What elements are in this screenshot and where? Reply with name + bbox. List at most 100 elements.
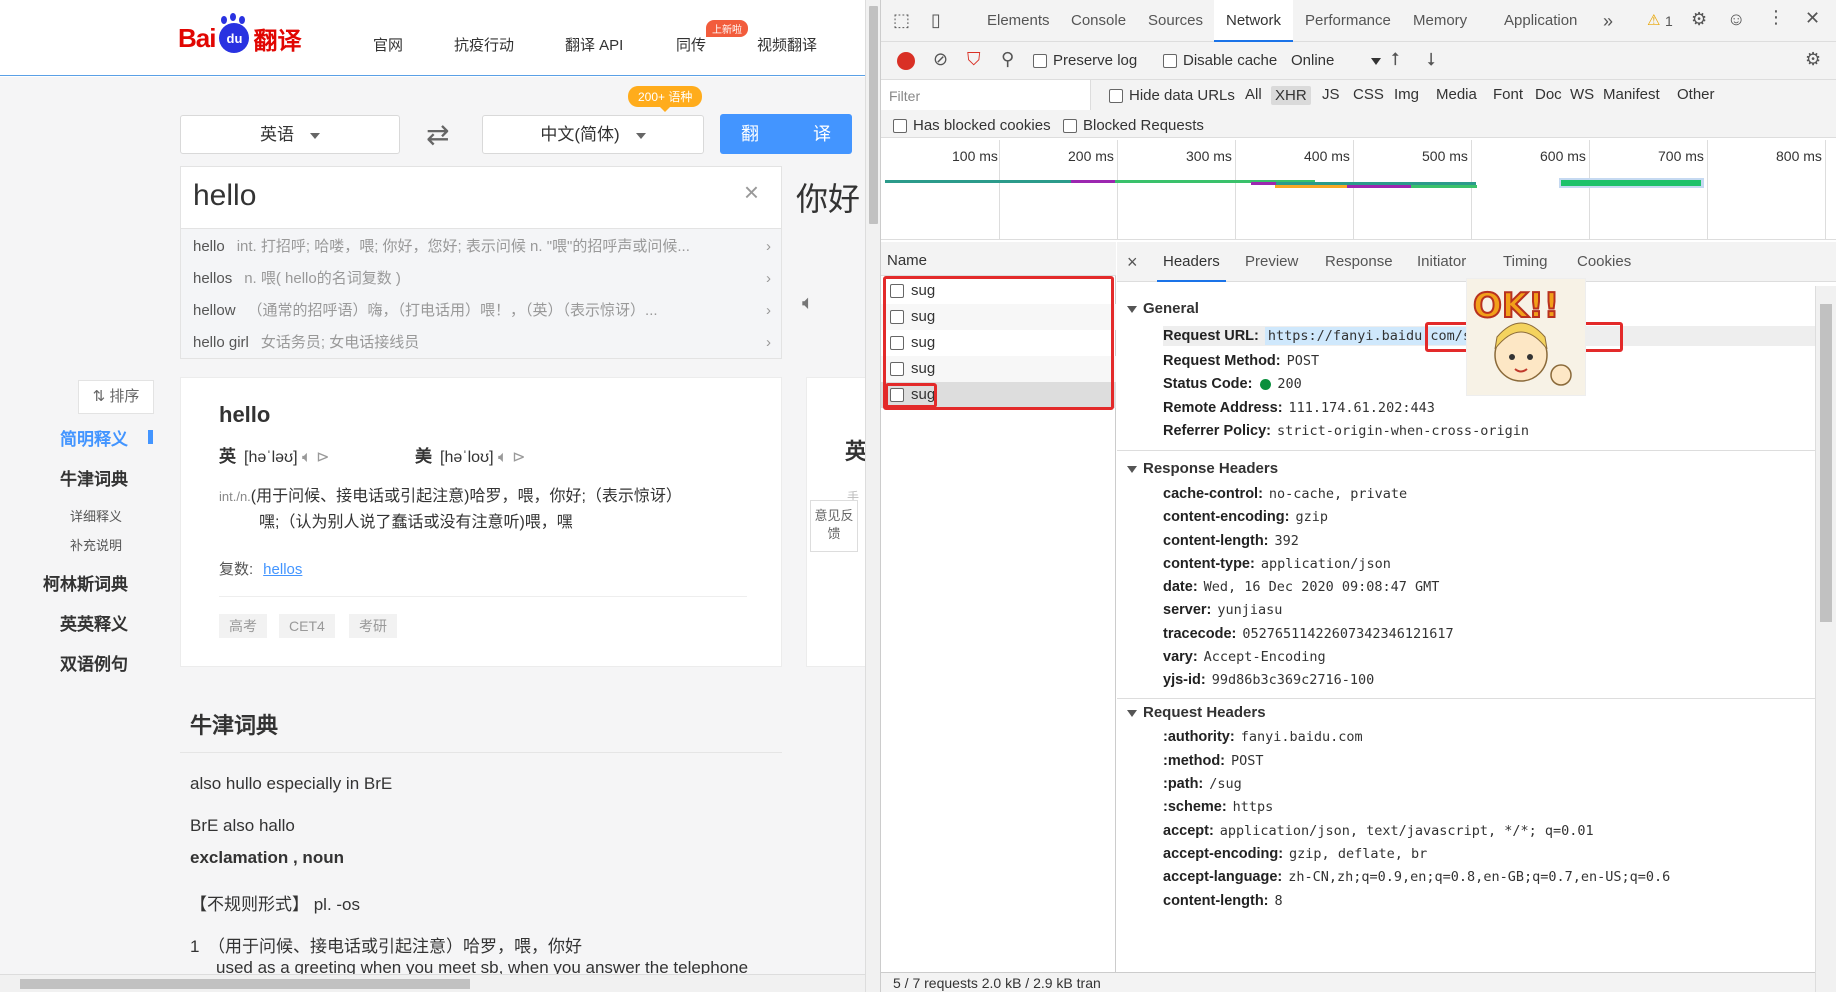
filter-css[interactable]: CSS xyxy=(1353,86,1384,103)
suggestion-item[interactable]: hellow （通常的招呼语）嗨，（打电话用）喂！，（英）（表示惊讶）... › xyxy=(193,295,771,327)
inspect-element-icon[interactable]: ⬚ xyxy=(893,10,910,31)
disable-cache-toggle[interactable]: Disable cache xyxy=(1163,52,1277,69)
sidebar-item-shuangyu[interactable]: 双语例句 xyxy=(60,650,128,675)
speaker-icon[interactable]: 🔈︎ xyxy=(302,449,312,466)
response-headers-section-header[interactable]: Response Headers xyxy=(1127,460,1278,477)
warning-icon[interactable]: ⚠ xyxy=(1647,11,1660,29)
general-section-header[interactable]: General xyxy=(1127,300,1199,317)
has-blocked-cookies-checkbox[interactable] xyxy=(893,119,907,134)
record-icon[interactable] xyxy=(897,52,915,70)
filter-doc[interactable]: Doc xyxy=(1535,86,1562,103)
filter-xhr[interactable]: XHR xyxy=(1271,86,1311,105)
device-toolbar-icon[interactable]: ▯ xyxy=(931,10,941,31)
suggestion-item[interactable]: hellos n. 喂( hello的名词复数 ) › xyxy=(193,263,771,295)
sidebar-item-xiangxi[interactable]: 详细释义 xyxy=(70,506,122,525)
filter-ws[interactable]: WS xyxy=(1570,86,1594,103)
close-icon[interactable]: ✕ xyxy=(1805,8,1820,29)
sidebar-item-collins[interactable]: 柯林斯词典 xyxy=(43,570,128,595)
has-blocked-cookies-toggle[interactable]: Has blocked cookies xyxy=(893,117,1051,134)
sidebar-item-niujin[interactable]: 牛津词典 xyxy=(60,465,128,490)
kebab-menu-icon[interactable]: ⋮ xyxy=(1767,7,1785,28)
swap-languages-icon[interactable]: ⇄ xyxy=(426,118,449,151)
horizontal-scrollbar[interactable] xyxy=(0,974,866,992)
nav-tongchuan[interactable]: 同传 xyxy=(676,34,706,55)
nav-video[interactable]: 视频翻译 xyxy=(757,34,817,55)
filter-other[interactable]: Other xyxy=(1677,86,1715,103)
details-scrollbar[interactable] xyxy=(1815,286,1836,992)
play-icon[interactable]: ⊳ xyxy=(316,449,329,466)
hide-data-urls-toggle[interactable]: Hide data URLs xyxy=(1109,87,1235,104)
filter-media[interactable]: Media xyxy=(1436,86,1477,103)
nav-api[interactable]: 翻译 API xyxy=(565,34,623,55)
network-overview-timeline[interactable]: 100 ms 200 ms 300 ms 400 ms 500 ms 600 m… xyxy=(881,138,1836,240)
filter-js[interactable]: JS xyxy=(1322,86,1340,103)
network-settings-icon[interactable]: ⚙ xyxy=(1805,49,1821,70)
disable-cache-checkbox[interactable] xyxy=(1163,54,1177,69)
gear-icon[interactable]: ⚙ xyxy=(1691,9,1707,30)
sidebar-item-yingying[interactable]: 英英释义 xyxy=(60,610,128,635)
export-har-icon[interactable]: ⭣ xyxy=(1427,49,1435,70)
tab-preview[interactable]: Preview xyxy=(1245,242,1298,282)
speaker-icon[interactable]: 🔈︎ xyxy=(498,449,508,466)
suggestion-item[interactable]: hello girl 女话务员; 女电话接线员 › xyxy=(193,327,771,359)
feedback-button[interactable]: 意见反馈 xyxy=(810,500,858,552)
tab-performance[interactable]: Performance xyxy=(1295,0,1401,42)
nav-kangyi[interactable]: 抗疫行动 xyxy=(454,34,514,55)
suggestion-word: hello girl xyxy=(193,334,249,351)
tab-initiator[interactable]: Initiator xyxy=(1417,242,1466,282)
close-details-icon[interactable]: × xyxy=(1127,242,1138,282)
play-icon[interactable]: ⊳ xyxy=(512,449,525,466)
nav-guanwang[interactable]: 官网 xyxy=(373,34,403,55)
sidebar-item-buchong[interactable]: 补充说明 xyxy=(70,535,122,554)
plural-link[interactable]: hellos xyxy=(263,561,302,578)
filter-manifest[interactable]: Manifest xyxy=(1603,86,1660,103)
tab-application[interactable]: Application xyxy=(1494,0,1587,42)
search-icon[interactable]: ⚲ xyxy=(1001,49,1014,70)
divider xyxy=(180,752,782,753)
scroll-thumb[interactable] xyxy=(869,6,878,224)
request-headers-section-header[interactable]: Request Headers xyxy=(1127,704,1266,721)
source-input-text[interactable]: hello xyxy=(193,179,256,213)
more-tabs-icon[interactable]: » xyxy=(1603,0,1613,42)
clear-input-icon[interactable]: × xyxy=(744,177,759,208)
preserve-log-checkbox[interactable] xyxy=(1033,54,1047,69)
chevron-down-icon xyxy=(635,132,646,139)
baidu-fanyi-logo[interactable]: Bai du 翻译 xyxy=(178,16,301,58)
name-column-header[interactable]: Name xyxy=(881,242,1116,276)
filter-all[interactable]: All xyxy=(1245,86,1262,103)
sidebar-item-jianming[interactable]: 简明释义 xyxy=(60,425,128,450)
tab-timing[interactable]: Timing xyxy=(1503,242,1547,282)
tab-headers[interactable]: Headers xyxy=(1157,242,1226,282)
tab-sources[interactable]: Sources xyxy=(1138,0,1213,42)
tab-response[interactable]: Response xyxy=(1325,242,1393,282)
vertical-scrollbar[interactable] xyxy=(865,0,880,992)
tab-network[interactable]: Network xyxy=(1214,0,1294,42)
target-lang-select[interactable]: 中文(简体) xyxy=(482,115,704,154)
feedback-icon[interactable]: ☺ xyxy=(1727,9,1745,30)
filter-icon[interactable]: ⛉ xyxy=(967,49,981,70)
translate-button[interactable]: 翻 译 xyxy=(720,114,852,154)
filter-input[interactable]: Filter xyxy=(881,80,1091,110)
import-har-icon[interactable]: ⭡ xyxy=(1391,49,1399,70)
scroll-thumb[interactable] xyxy=(20,979,470,989)
scroll-thumb[interactable] xyxy=(1820,304,1832,622)
suggestion-item[interactable]: hello int. 打招呼; 哈喽，喂; 你好，您好; 表示问候 n. "喂"的… xyxy=(193,231,771,263)
tab-console[interactable]: Console xyxy=(1061,0,1136,42)
speaker-icon[interactable]: 🔈︎ xyxy=(802,292,814,315)
filter-font[interactable]: Font xyxy=(1493,86,1523,103)
throttling-select[interactable]: Online xyxy=(1291,50,1383,72)
tab-elements[interactable]: Elements xyxy=(977,0,1060,42)
hide-data-urls-checkbox[interactable] xyxy=(1109,89,1123,104)
tab-memory[interactable]: Memory xyxy=(1403,0,1477,42)
tab-cookies[interactable]: Cookies xyxy=(1577,242,1631,282)
blocked-requests-toggle[interactable]: Blocked Requests xyxy=(1063,117,1204,134)
source-input[interactable]: hello × xyxy=(180,166,782,228)
filter-img[interactable]: Img xyxy=(1394,86,1419,103)
clear-icon[interactable]: ⊘ xyxy=(933,49,948,70)
kv-key: accept-language: xyxy=(1163,869,1283,885)
preserve-log-toggle[interactable]: Preserve log xyxy=(1033,52,1137,69)
source-lang-select[interactable]: 英语 xyxy=(180,115,400,154)
sort-button[interactable]: ⇅ 排序 xyxy=(78,380,154,414)
blocked-requests-checkbox[interactable] xyxy=(1063,119,1077,134)
tag-kaoyan: 考研 xyxy=(349,614,397,638)
